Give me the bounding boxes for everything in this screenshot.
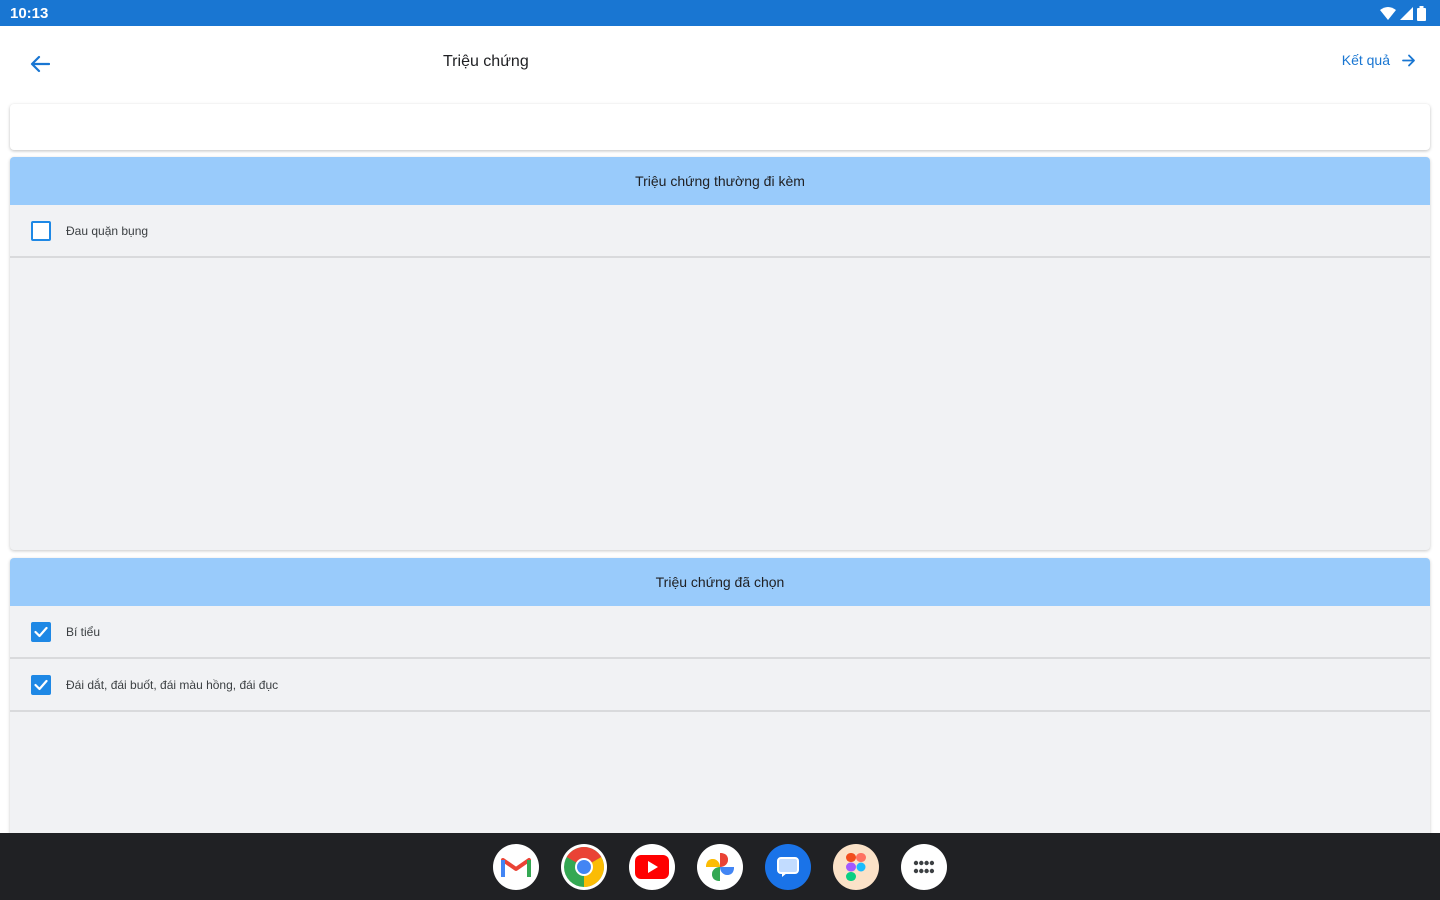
check-icon: [34, 626, 48, 637]
taskbar: [0, 833, 1440, 900]
list-item[interactable]: Bí tiểu: [10, 606, 1430, 659]
back-button[interactable]: [22, 50, 58, 78]
photos-icon[interactable]: [697, 843, 743, 890]
page-title: Triệu chứng: [443, 53, 529, 70]
symptom-label: Bí tiểu: [66, 624, 101, 639]
accompanying-symptoms-card: Triệu chứng thường đi kèm Đau quặn bụng: [10, 157, 1430, 550]
checkbox-checked[interactable]: [31, 674, 51, 695]
selected-symptoms-card: Triệu chứng đã chọn Bí tiểu Đái dắt, đái…: [10, 558, 1430, 848]
chrome-icon[interactable]: [561, 843, 607, 890]
result-label: Kết quả: [1341, 52, 1390, 68]
checkbox[interactable]: [31, 220, 51, 241]
check-icon: [34, 679, 48, 690]
status-time: 10:13: [10, 4, 49, 22]
list-item[interactable]: Đái dắt, đái buốt, đái màu hồng, đái đục: [10, 659, 1430, 712]
search-input[interactable]: [10, 104, 1430, 150]
accompanying-symptoms-header: Triệu chứng thường đi kèm: [10, 157, 1430, 205]
status-bar: 10:13: [0, 0, 1440, 26]
app-drawer-icon[interactable]: [901, 843, 947, 890]
selected-symptoms-header: Triệu chứng đã chọn: [10, 558, 1430, 606]
checkbox-checked[interactable]: [31, 621, 51, 642]
battery-icon: [1417, 5, 1426, 21]
wifi-icon: [1380, 6, 1396, 20]
arrow-forward-icon: [1402, 54, 1415, 66]
figma-icon[interactable]: [833, 843, 879, 890]
app-bar: Triệu chứng Kết quả: [0, 26, 1440, 100]
result-button[interactable]: Kết quả: [1342, 52, 1416, 68]
list-item[interactable]: Đau quặn bụng: [10, 205, 1430, 258]
status-icons: [1380, 5, 1426, 21]
arrow-back-icon: [30, 55, 50, 73]
messages-icon[interactable]: [765, 843, 811, 890]
youtube-icon[interactable]: [629, 843, 675, 890]
signal-icon: [1400, 6, 1413, 20]
symptom-label: Đái dắt, đái buốt, đái màu hồng, đái đục: [66, 677, 279, 692]
symptom-label: Đau quặn bụng: [66, 223, 149, 238]
gmail-icon[interactable]: [493, 843, 539, 890]
